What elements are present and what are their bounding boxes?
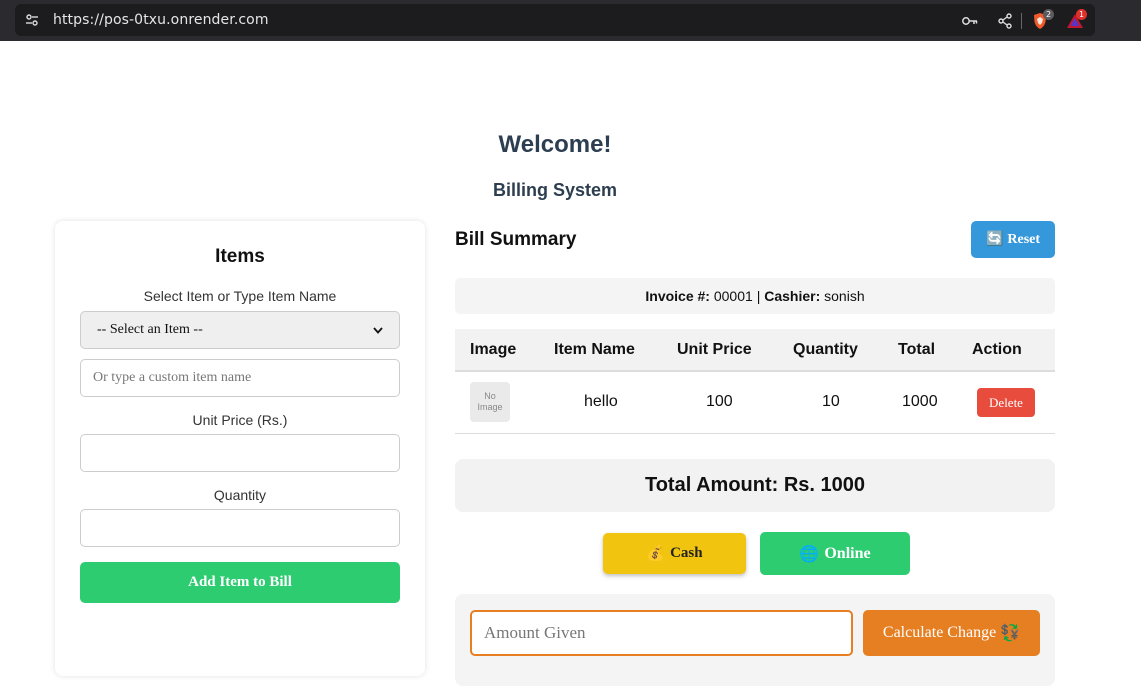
- column-header-item-name: Item Name: [554, 341, 635, 358]
- add-item-button[interactable]: Add Item to Bill: [80, 562, 400, 603]
- unit-price-input[interactable]: [80, 434, 400, 472]
- item-select[interactable]: -- Select an Item --: [80, 311, 400, 349]
- custom-item-input[interactable]: Or type a custom item name: [80, 359, 400, 397]
- delete-button[interactable]: Delete: [977, 388, 1035, 417]
- custom-item-placeholder: Or type a custom item name: [93, 370, 252, 385]
- change-calculator: Amount Given Calculate Change 💱: [455, 594, 1055, 686]
- invoice-info: Invoice #: 00001 | Cashier: sonish: [455, 278, 1055, 314]
- globe-icon: 🌐: [799, 545, 820, 563]
- unit-price-label: Unit Price (Rs.): [192, 412, 288, 428]
- calculate-change-button[interactable]: Calculate Change 💱: [863, 610, 1040, 656]
- site-settings-icon[interactable]: [24, 12, 40, 28]
- invoice-separator: |: [756, 288, 761, 304]
- reset-icon: 🔄: [985, 232, 1004, 247]
- rewards-count-badge: 1: [1076, 9, 1087, 20]
- browser-toolbar: https://pos-0txu.onrender.com 2 1: [0, 0, 1141, 41]
- column-header-unit-price: Unit Price: [677, 341, 752, 358]
- column-header-total: Total: [898, 341, 936, 358]
- online-button[interactable]: 🌐 Online: [760, 532, 910, 575]
- invoice-number: 00001: [713, 288, 753, 304]
- money-bag-icon: 💰: [646, 546, 666, 562]
- row-quantity: 10: [822, 393, 840, 410]
- share-icon[interactable]: [996, 12, 1014, 30]
- online-label: Online: [824, 544, 871, 562]
- address-bar[interactable]: https://pos-0txu.onrender.com 2 1: [15, 4, 1095, 36]
- welcome-heading: Welcome!: [498, 131, 612, 158]
- items-panel-title: Items: [215, 246, 265, 267]
- cashier-name: sonish: [824, 288, 865, 304]
- toolbar-divider: [1021, 13, 1022, 29]
- cash-label: Cash: [670, 545, 703, 561]
- invoice-label: Invoice #:: [645, 288, 710, 304]
- column-header-quantity: Quantity: [793, 341, 858, 358]
- row-unit-price: 100: [706, 393, 733, 410]
- calculate-change-label: Calculate Change: [882, 624, 997, 641]
- row-total: 1000: [902, 393, 938, 410]
- url-text[interactable]: https://pos-0txu.onrender.com: [53, 12, 269, 28]
- table-header: Image Item Name Unit Price Quantity Tota…: [455, 329, 1055, 372]
- currency-exchange-icon: 💱: [1000, 625, 1021, 642]
- cash-button[interactable]: 💰 Cash: [603, 533, 746, 574]
- chevron-down-icon: [373, 326, 383, 334]
- bill-table: Image Item Name Unit Price Quantity Tota…: [455, 329, 1055, 434]
- item-select-value: -- Select an Item --: [97, 322, 203, 337]
- bill-summary-title: Bill Summary: [455, 229, 577, 250]
- reset-label: Reset: [1007, 231, 1041, 247]
- quantity-input[interactable]: [80, 509, 400, 547]
- no-image-text: Image: [477, 402, 503, 412]
- items-panel: Items Select Item or Type Item Name -- S…: [55, 221, 425, 676]
- amount-given-placeholder: Amount Given: [484, 623, 586, 642]
- shields-count-badge: 2: [1043, 9, 1054, 20]
- row-item-name: hello: [584, 393, 618, 410]
- column-header-image: Image: [470, 341, 517, 358]
- cashier-label: Cashier:: [764, 288, 821, 304]
- no-image-text: No: [484, 391, 496, 401]
- reset-button[interactable]: 🔄 Reset: [971, 221, 1055, 258]
- quantity-label: Quantity: [213, 487, 267, 503]
- key-icon[interactable]: [961, 12, 979, 30]
- page-subtitle: Billing System: [492, 180, 618, 200]
- item-image-placeholder: No Image: [470, 382, 510, 422]
- amount-given-input[interactable]: Amount Given: [470, 610, 853, 656]
- select-item-label: Select Item or Type Item Name: [143, 288, 337, 304]
- total-amount: Total Amount: Rs. 1000: [455, 459, 1055, 512]
- column-header-action: Action: [972, 341, 1022, 358]
- table-row: No Image hello 100 10 1000 Delete: [455, 372, 1055, 434]
